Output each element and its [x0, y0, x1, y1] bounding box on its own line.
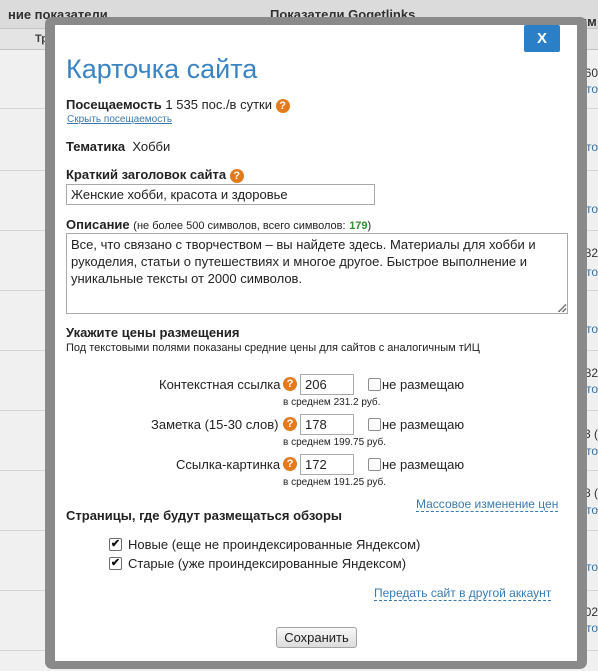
- traffic-label: Посещаемость: [66, 97, 162, 112]
- topic-row: Тематика Хобби: [66, 139, 170, 154]
- avg-price-context-link: в среднем 231.2 руб.: [283, 397, 381, 408]
- pages-heading: Страницы, где будут размещаться обзоры: [66, 508, 343, 523]
- pages-old-checkbox[interactable]: ✔: [109, 557, 122, 570]
- pages-new-checkbox[interactable]: ✔: [109, 538, 122, 551]
- no-place-checkbox-image-link[interactable]: [368, 458, 381, 471]
- transfer-site-link[interactable]: Передать сайт в другой аккаунт: [374, 586, 552, 601]
- price-input-note[interactable]: [300, 414, 354, 435]
- traffic-row: Посещаемость 1 535 пос./в сутки ?: [66, 97, 290, 113]
- no-place-label: не размещаю: [382, 377, 465, 392]
- no-place-label: не размещаю: [382, 457, 465, 472]
- pages-old-label: Старые (уже проиндексированные Яндексом): [128, 556, 407, 571]
- help-icon[interactable]: ?: [229, 168, 244, 183]
- avg-price-image-link: в среднем 191.25 руб.: [283, 477, 386, 488]
- short-title-label: Краткий заголовок сайта ?: [66, 167, 244, 183]
- help-icon[interactable]: ?: [283, 457, 297, 471]
- pages-new-label: Новые (еще не проиндексированные Яндексо…: [128, 537, 421, 552]
- description-textarea[interactable]: Все, что связано с творчеством – вы найд…: [66, 233, 568, 314]
- price-label-note: Заметка (15-30 слов): [151, 417, 279, 432]
- price-label-context-link: Контекстная ссылка: [159, 377, 281, 392]
- save-button[interactable]: Сохранить: [276, 627, 357, 648]
- short-title-label-text: Краткий заголовок сайта: [66, 167, 227, 182]
- help-icon[interactable]: ?: [275, 98, 290, 113]
- no-place-label: не размещаю: [382, 417, 465, 432]
- close-button[interactable]: X: [524, 25, 560, 52]
- topic-label: Тематика: [66, 139, 126, 154]
- avg-price-note: в среднем 199.75 руб.: [283, 437, 386, 448]
- description-note-suffix: ): [367, 220, 372, 232]
- price-input-image-link[interactable]: [300, 454, 354, 475]
- description-label-row: Описание (не более 500 символов, всего с…: [66, 217, 371, 232]
- no-place-checkbox-note[interactable]: [368, 418, 381, 431]
- help-icon[interactable]: ?: [283, 417, 297, 431]
- description-note-prefix: (не более 500 символов, всего символов:: [133, 220, 346, 232]
- traffic-value: 1 535 пос./в сутки: [165, 97, 272, 112]
- resize-grip-icon[interactable]: [557, 303, 567, 313]
- hide-traffic-link[interactable]: Скрыть посещаемость: [67, 114, 172, 125]
- description-label: Описание: [66, 217, 130, 232]
- short-title-input[interactable]: [66, 184, 375, 205]
- no-place-checkbox-context-link[interactable]: [368, 378, 381, 391]
- price-input-context-link[interactable]: [300, 374, 354, 395]
- price-label-image-link: Ссылка-картинка: [176, 457, 281, 472]
- topic-value: Хобби: [132, 139, 171, 154]
- modal-title: Карточка сайта: [66, 54, 258, 84]
- description-char-count: 179: [349, 220, 368, 232]
- prices-heading: Укажите цены размещения: [66, 325, 240, 340]
- bulk-price-change-link[interactable]: Массовое изменение цен: [416, 497, 559, 512]
- prices-subheading: Под текстовыми полями показаны средние ц…: [66, 342, 480, 354]
- help-icon[interactable]: ?: [283, 377, 297, 391]
